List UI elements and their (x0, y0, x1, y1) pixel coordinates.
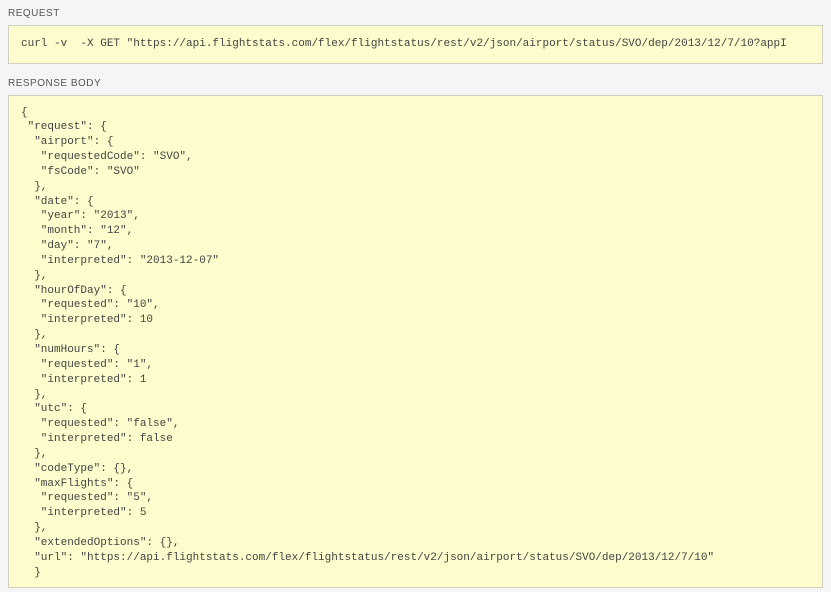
request-code-block: curl -v -X GET "https://api.flightstats.… (8, 25, 823, 64)
request-label: REQUEST (8, 8, 823, 19)
response-body-code-block: { "request": { "airport": { "requestedCo… (8, 95, 823, 588)
response-body-label: RESPONSE BODY (8, 78, 823, 89)
